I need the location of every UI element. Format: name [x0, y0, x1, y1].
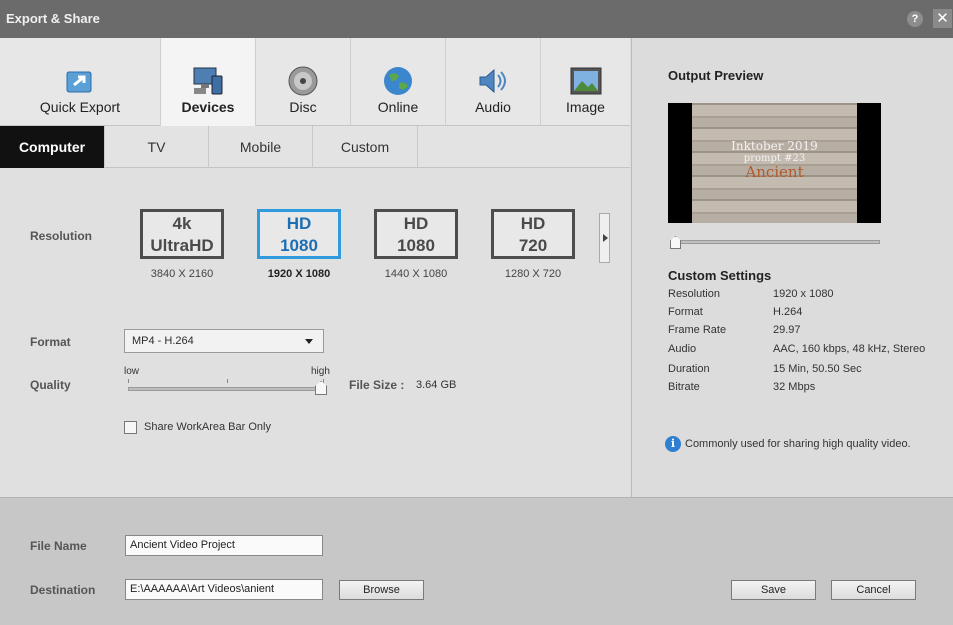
- slider-tick: [323, 379, 324, 383]
- resolution-option-1440[interactable]: HD 1080: [374, 209, 458, 259]
- file-size-value: 3.64 GB: [416, 379, 457, 391]
- tab-label: Devices: [181, 99, 235, 115]
- preview-frame: Inktober 2019 prompt #23 Ancient: [692, 103, 857, 223]
- res-line2: 1080: [280, 236, 318, 255]
- format-select[interactable]: MP4 - H.264: [124, 329, 324, 353]
- settings-value: 15 Min, 50.50 Sec: [773, 363, 862, 375]
- res-line2: 1080: [397, 236, 435, 255]
- settings-value: H.264: [773, 306, 803, 318]
- tab-quick-export[interactable]: Quick Export: [0, 38, 161, 126]
- settings-value: AAC, 160 kbps, 48 kHz, Stereo: [773, 343, 926, 355]
- destination-input[interactable]: E:\AAAAAA\Art Videos\anient: [125, 579, 323, 600]
- preview-scrubber-thumb[interactable]: [670, 236, 681, 249]
- destination-label: Destination: [30, 583, 96, 597]
- format-label: Format: [30, 335, 71, 349]
- quality-high-label: high: [311, 366, 330, 377]
- output-preview-title: Output Preview: [668, 68, 764, 83]
- res-dims: 1440 X 1080: [384, 268, 448, 280]
- resolution-next-button[interactable]: [599, 213, 610, 263]
- tab-label: Quick Export: [39, 99, 121, 115]
- info-text: Commonly used for sharing high quality v…: [685, 438, 911, 450]
- save-button[interactable]: Save: [731, 580, 816, 600]
- preview-video: Inktober 2019 prompt #23 Ancient: [668, 103, 881, 223]
- cancel-button[interactable]: Cancel: [831, 580, 916, 600]
- info-icon: i: [665, 436, 681, 452]
- resolution-option-1280[interactable]: HD 720: [491, 209, 575, 259]
- workarea-label: Share WorkArea Bar Only: [144, 421, 271, 433]
- resolution-option-4k[interactable]: 4k UltraHD: [140, 209, 224, 259]
- speaker-icon: [479, 68, 506, 94]
- tab-tv[interactable]: TV: [105, 126, 209, 168]
- tab-audio[interactable]: Audio: [446, 38, 541, 126]
- settings-value: 32 Mbps: [773, 381, 816, 393]
- preview-text-word: Ancient: [745, 163, 804, 181]
- resolution-label: Resolution: [30, 229, 92, 243]
- settings-value: 1920 x 1080: [773, 288, 834, 300]
- preview-text-title: Inktober 2019: [731, 139, 818, 153]
- resolution-option-1920[interactable]: HD 1080: [257, 209, 341, 259]
- export-options-panel: Quick Export Devices Disc Online Audio I…: [0, 38, 630, 497]
- tab-devices[interactable]: Devices: [161, 38, 256, 126]
- disc-icon: [288, 66, 318, 96]
- file-name-label: File Name: [30, 539, 87, 553]
- settings-key: Frame Rate: [668, 324, 727, 336]
- browse-button[interactable]: Browse: [339, 580, 424, 600]
- quick-export-icon: [66, 71, 92, 93]
- tab-label: Online: [377, 99, 419, 115]
- res-line1: HD: [403, 214, 429, 233]
- preview-panel: Output Preview Inktober 2019 prompt #23 …: [631, 38, 953, 497]
- res-dims: 1280 X 720: [504, 268, 562, 280]
- window-title: Export & Share: [6, 11, 100, 26]
- settings-key: Format: [668, 306, 703, 318]
- settings-value: 29.97: [773, 324, 801, 336]
- devices-icon: [193, 67, 223, 95]
- slider-tick: [128, 379, 129, 383]
- image-icon: [570, 67, 601, 95]
- quality-low-label: low: [124, 366, 140, 377]
- settings-key: Duration: [668, 363, 710, 375]
- file-size-label: File Size :: [349, 378, 405, 392]
- tab-image[interactable]: Image: [541, 38, 630, 126]
- quality-label: Quality: [30, 378, 71, 392]
- settings-key: Bitrate: [668, 381, 700, 393]
- category-tabs: Quick Export Devices Disc Online Audio I…: [0, 38, 630, 126]
- res-line2: UltraHD: [150, 236, 214, 255]
- res-line1: HD: [286, 214, 312, 233]
- globe-icon: [384, 67, 412, 95]
- help-icon[interactable]: ?: [907, 11, 923, 27]
- res-line1: HD: [520, 214, 546, 233]
- device-subtabs: Computer TV Mobile Custom: [0, 126, 630, 168]
- res-line1: 4k: [172, 214, 192, 233]
- file-name-input[interactable]: Ancient Video Project: [125, 535, 323, 556]
- tab-online[interactable]: Online: [351, 38, 446, 126]
- workarea-checkbox[interactable]: [124, 421, 137, 434]
- settings-key: Resolution: [668, 288, 720, 300]
- custom-settings-title: Custom Settings: [668, 268, 772, 283]
- quality-slider[interactable]: [128, 387, 325, 391]
- tab-computer[interactable]: Computer: [0, 126, 105, 168]
- format-value: MP4 - H.264: [132, 335, 194, 347]
- tab-disc[interactable]: Disc: [256, 38, 351, 126]
- slider-tick: [227, 379, 228, 383]
- close-icon[interactable]: ✕: [933, 9, 952, 28]
- tab-label: Image: [566, 99, 605, 115]
- res-line2: 720: [518, 236, 548, 255]
- tab-mobile[interactable]: Mobile: [209, 126, 313, 168]
- title-bar: Export & Share ? ✕: [0, 0, 953, 38]
- quality-slider-thumb[interactable]: [315, 381, 327, 395]
- tab-custom[interactable]: Custom: [313, 126, 418, 168]
- res-dims: 3840 X 2160: [150, 268, 214, 280]
- res-dims: 1920 X 1080: [267, 268, 331, 280]
- tab-label: Audio: [475, 99, 511, 115]
- chevron-down-icon: [305, 339, 313, 344]
- tab-label: Disc: [289, 99, 317, 115]
- settings-key: Audio: [668, 343, 697, 355]
- output-bar: File Name Ancient Video Project Destinat…: [0, 497, 953, 625]
- preview-scrubber[interactable]: [672, 240, 880, 244]
